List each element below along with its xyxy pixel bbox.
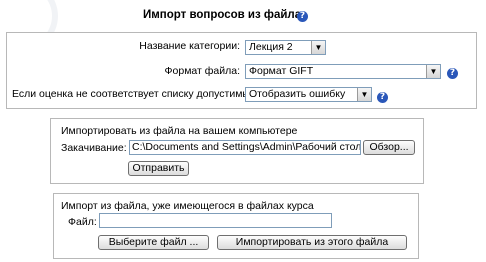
page-title: Импорт вопросов из файла	[143, 9, 302, 21]
chevron-down-icon: ▼	[357, 88, 371, 101]
help-icon[interactable]: ?	[447, 68, 458, 79]
format-select[interactable]: Формат GIFT ▼	[245, 64, 441, 79]
grade-label: Если оценка не соответствует списку допу…	[12, 88, 256, 100]
grade-select[interactable]: Отобразить ошибку ▼	[245, 87, 372, 102]
help-icon[interactable]: ?	[377, 92, 388, 103]
category-select[interactable]: Лекция 2 ▼	[245, 40, 326, 55]
submit-button[interactable]: Отправить	[128, 161, 189, 176]
choose-file-button[interactable]: Выберите файл ...	[98, 235, 209, 250]
upload-file-input[interactable]: C:\Documents and Settings\Admin\Рабочий …	[129, 140, 361, 155]
format-value: Формат GIFT	[249, 65, 314, 77]
import-file-button[interactable]: Импортировать из этого файла	[217, 235, 407, 250]
category-value: Лекция 2	[249, 41, 293, 53]
course-file-legend: Импорт из файла, уже имеющегося в файлах…	[61, 200, 314, 212]
chevron-down-icon: ▼	[426, 65, 440, 78]
format-label: Формат файла:	[164, 65, 240, 77]
upload-file-label: Закачивание:	[61, 142, 127, 154]
course-file-input[interactable]	[99, 213, 332, 228]
grade-value: Отобразить ошибку	[249, 88, 346, 100]
browse-button[interactable]: Обзор...	[363, 140, 415, 155]
chevron-down-icon: ▼	[311, 41, 325, 54]
upload-legend: Импортировать из файла на вашем компьюте…	[61, 125, 298, 137]
help-icon[interactable]: ?	[297, 11, 308, 22]
category-label: Название категории:	[139, 40, 240, 52]
course-file-label: Файл:	[68, 216, 97, 228]
